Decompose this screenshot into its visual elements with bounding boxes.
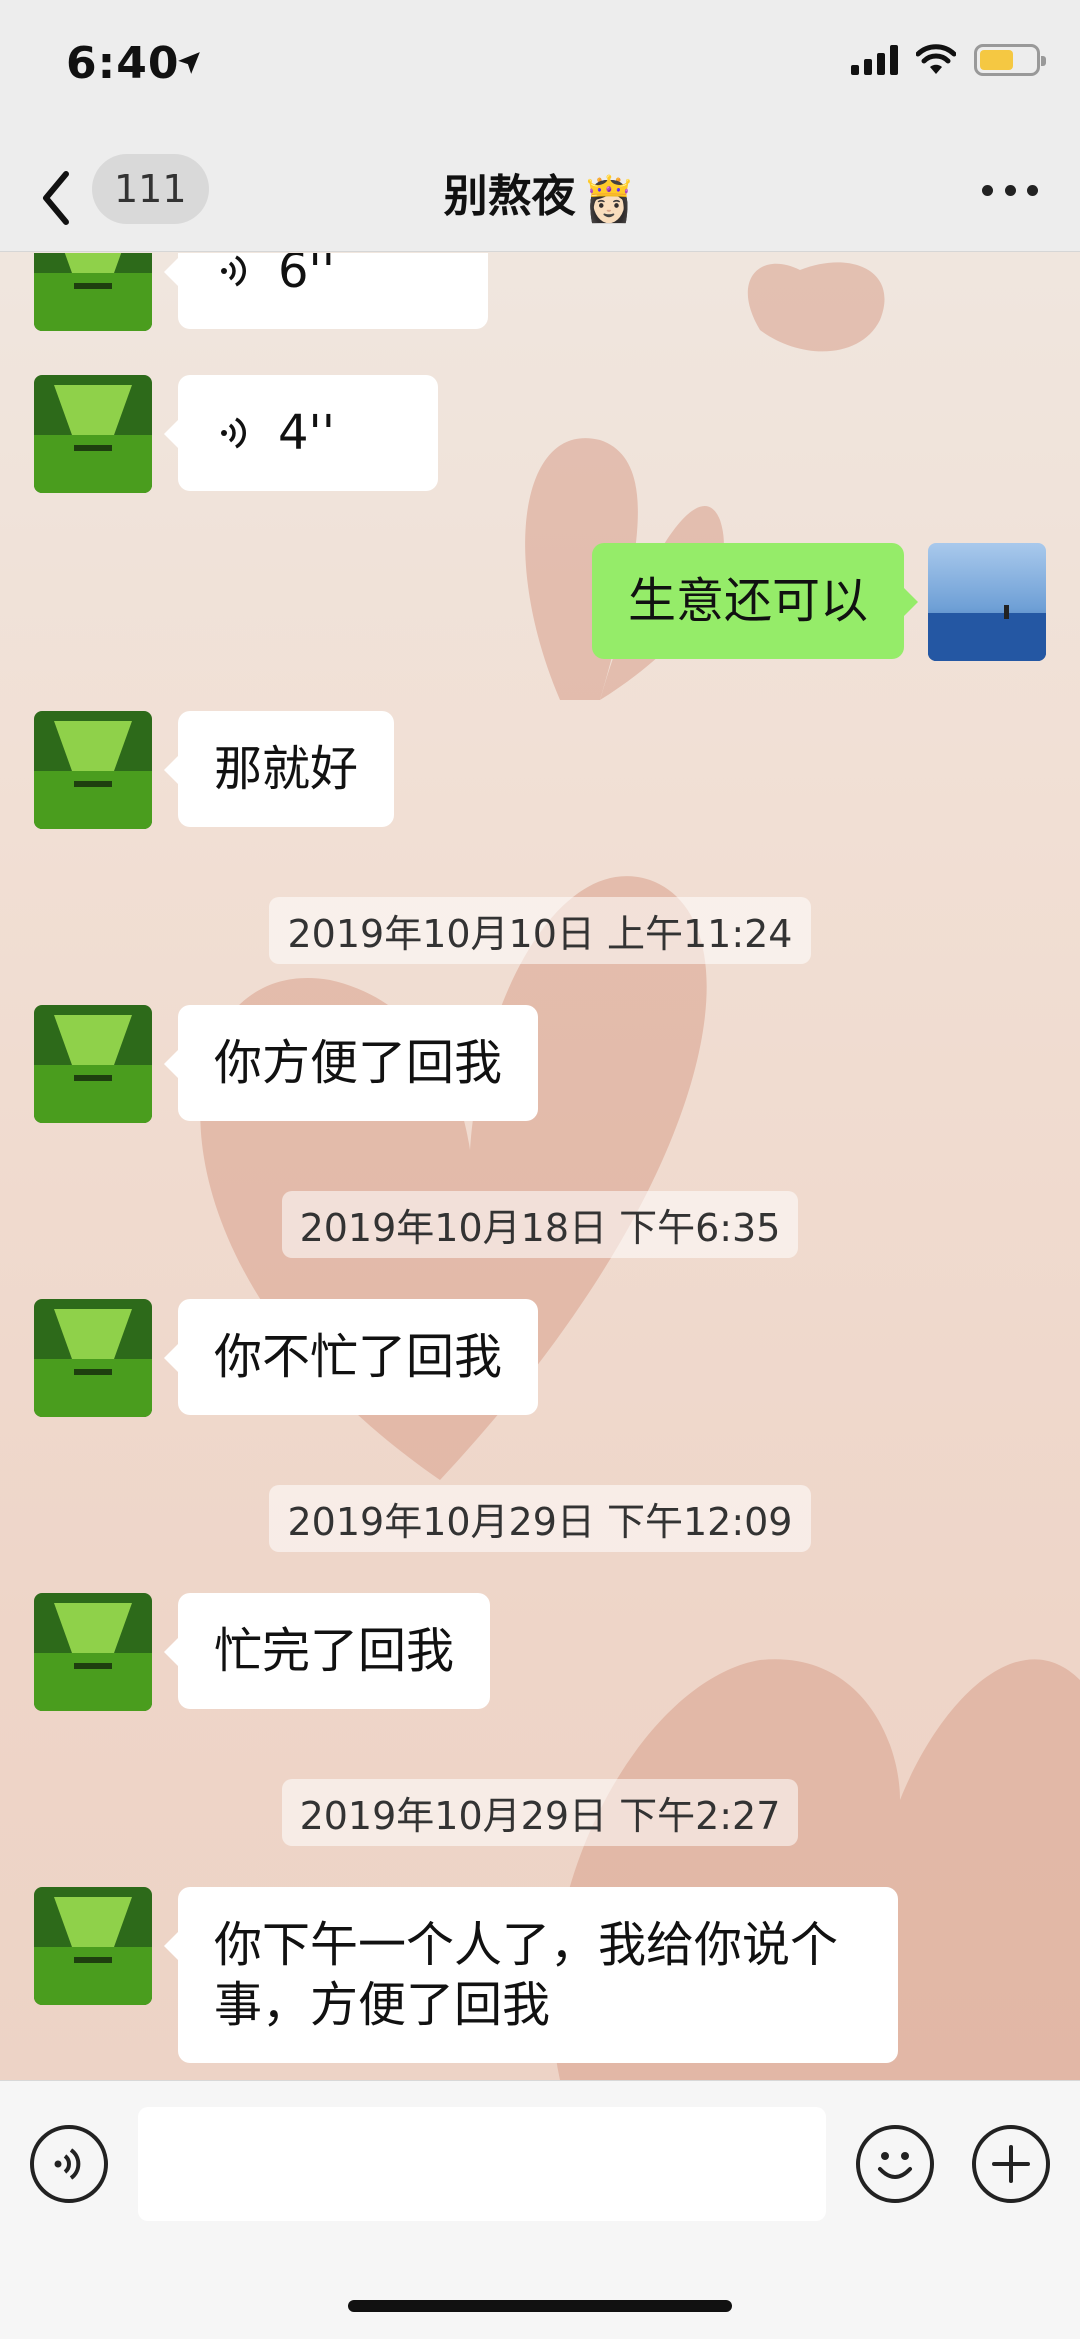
my-message-bubble[interactable]: 生意还可以 [591,543,919,659]
voice-icon [221,255,246,287]
chat-title: 别熬夜 👸🏻 [0,160,1080,225]
contact-avatar[interactable] [34,711,152,829]
voice-message-bubble[interactable]: 4'' [164,375,438,491]
voice-icon [54,2148,81,2180]
timestamp: 2019年10月29日 下午12:09 [0,1485,1080,1552]
timestamp: 2019年10月29日 下午2:27 [0,1779,1080,1846]
plus-icon [992,2145,1030,2183]
signal-icon [851,45,898,75]
contact-avatar[interactable] [34,1299,152,1417]
contact-message-bubble[interactable]: 你不忙了回我 [163,1299,539,1415]
my-avatar[interactable] [928,543,1046,661]
emoji-icon [878,2152,912,2179]
home-indicator [348,2300,732,2312]
contact-message-bubble[interactable]: 你下午一个人了，我给你说个事，方便了回我 [164,1887,898,2063]
status-time: 6:40 [66,38,180,89]
chat-title-text: 别熬夜 [443,171,576,222]
contact-message-bubble[interactable]: 那就好 [163,711,395,827]
contact-avatar[interactable] [34,1593,152,1711]
message-input[interactable] [138,2107,826,2221]
contact-avatar[interactable] [34,375,152,493]
voice-duration: 6'' [278,253,335,299]
emoji-button[interactable] [856,2125,934,2203]
timestamp: 2019年10月18日 下午6:35 [0,1191,1080,1258]
contact-message-bubble[interactable]: 忙完了回我 [163,1593,491,1709]
status-icons [851,44,1046,76]
plus-button[interactable] [972,2125,1050,2203]
battery-icon [974,44,1046,76]
contact-message-bubble[interactable]: 你方便了回我 [163,1005,539,1121]
contact-avatar[interactable] [34,1887,152,2005]
voice-icon [221,417,246,449]
voice-message-bubble[interactable]: 6'' [164,253,488,329]
chat-header: 111 别熬夜 👸🏻 [0,150,1080,250]
contact-avatar[interactable] [34,253,152,331]
message-list[interactable]: 6'' 4'' 生意还可以 那就好 2019年10月10日 上午11:24 你方… [0,253,1080,2078]
chat-title-emoji: 👸🏻 [581,174,637,225]
more-icon[interactable] [982,180,1038,200]
voice-duration: 4'' [278,405,335,461]
timestamp: 2019年10月10日 上午11:24 [0,897,1080,964]
wifi-icon [916,44,956,74]
voice-input-button[interactable] [30,2125,108,2203]
top-bar: 6:40 111 别熬夜 👸🏻 [0,0,1080,252]
location-arrow-icon [178,52,200,74]
contact-avatar[interactable] [34,1005,152,1123]
